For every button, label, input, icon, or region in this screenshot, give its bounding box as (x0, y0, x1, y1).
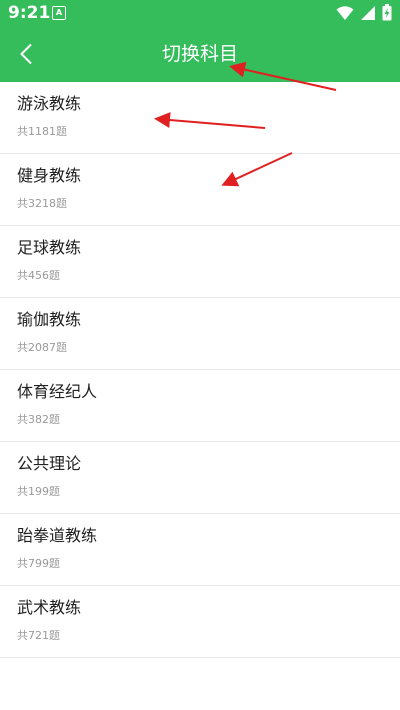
wifi-icon (336, 5, 354, 20)
app-bar: 切换科目 (0, 26, 400, 82)
question-count: 共799题 (17, 557, 60, 570)
subject-name: 跆拳道教练 (17, 526, 98, 545)
notification-icon: A (52, 6, 66, 20)
status-bar: 9:21 A (0, 0, 400, 26)
question-count: 共199题 (17, 485, 60, 498)
subject-item[interactable]: 健身教练 共3218题 (0, 154, 400, 226)
chevron-left-icon (20, 43, 32, 65)
back-button[interactable] (6, 34, 46, 74)
subject-item[interactable]: 游泳教练 共1181题 (0, 82, 400, 154)
subject-item[interactable]: 武术教练 共721题 (0, 586, 400, 658)
subject-name: 体育经纪人 (17, 382, 98, 401)
subject-name: 游泳教练 (17, 94, 82, 113)
question-count: 共721题 (17, 629, 60, 642)
subject-name: 足球教练 (17, 238, 82, 257)
status-icons (330, 4, 392, 21)
subject-item[interactable]: 体育经纪人 共382题 (0, 370, 400, 442)
subject-name: 健身教练 (17, 166, 82, 185)
question-count: 共382题 (17, 413, 60, 426)
question-count: 共3218题 (17, 197, 67, 210)
subject-item[interactable]: 公共理论 共199题 (0, 442, 400, 514)
subject-list: 游泳教练 共1181题 健身教练 共3218题 足球教练 共456题 瑜伽教练 … (0, 82, 400, 658)
subject-name: 武术教练 (17, 598, 82, 617)
signal-icon (361, 5, 375, 20)
subject-item[interactable]: 瑜伽教练 共2087题 (0, 298, 400, 370)
question-count: 共1181题 (17, 125, 67, 138)
battery-charging-icon (382, 4, 392, 21)
status-time: 9:21 (8, 3, 51, 23)
subject-item[interactable]: 跆拳道教练 共799题 (0, 514, 400, 586)
question-count: 共456题 (17, 269, 60, 282)
subject-name: 公共理论 (17, 454, 82, 473)
screen: 9:21 A 切换科目 游泳教练 共1181题 健身教练 共3218题 足球教练… (0, 0, 400, 710)
subject-name: 瑜伽教练 (17, 310, 82, 329)
page-title: 切换科目 (161, 43, 238, 65)
question-count: 共2087题 (17, 341, 67, 354)
subject-item[interactable]: 足球教练 共456题 (0, 226, 400, 298)
